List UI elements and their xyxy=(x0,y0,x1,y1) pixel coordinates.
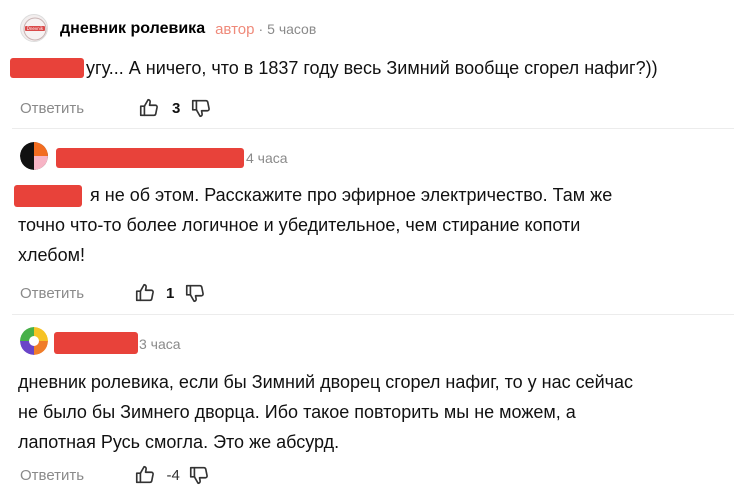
abstract-avatar-icon xyxy=(20,327,48,355)
thumbs-up-icon xyxy=(140,98,159,117)
reply-button[interactable]: Ответить xyxy=(20,467,84,484)
comment-header: 3 часа xyxy=(139,330,181,358)
user-avatar[interactable] xyxy=(20,142,48,170)
redacted-username xyxy=(56,148,244,168)
dislike-button[interactable] xyxy=(190,97,212,119)
reply-button[interactable]: Ответить xyxy=(20,100,84,117)
comment-text-line: лапотная Русь смогла. Это же абсурд. xyxy=(18,432,340,452)
author-badge: автор xyxy=(215,20,255,38)
comment-text-line: дневник ролевика, если бы Зимний дворец … xyxy=(18,372,634,392)
comment-header: 4 часа xyxy=(246,144,288,172)
abstract-avatar-icon xyxy=(20,142,48,170)
comment-text: я не об этом. Расскажите про эфирное эле… xyxy=(18,180,718,270)
thumbs-up-icon xyxy=(136,465,155,484)
author-avatar[interactable]: Dnevnik xyxy=(20,14,48,42)
thumbs-up-icon xyxy=(136,283,155,302)
like-button[interactable] xyxy=(134,464,156,486)
comment-time[interactable]: 3 часа xyxy=(139,336,181,352)
like-count: 1 xyxy=(165,284,175,302)
separator-dot: · xyxy=(258,21,264,37)
seal-logo-icon: Dnevnik xyxy=(23,17,47,41)
comment-actions: Ответить -4 xyxy=(20,462,210,488)
comment-divider xyxy=(12,128,734,129)
redacted-username xyxy=(54,332,138,354)
like-button[interactable] xyxy=(138,97,160,119)
comment-text-line: хлебом! xyxy=(18,245,86,265)
comment-actions: Ответить 3 xyxy=(20,95,212,121)
comment-text: угу... А ничего, что в 1837 году весь Зи… xyxy=(86,53,726,83)
comment-header: дневник ролевика автор · 5 часов xyxy=(60,15,316,43)
comment-actions: Ответить 1 xyxy=(20,280,206,306)
redacted-mention xyxy=(10,58,84,78)
like-button[interactable] xyxy=(134,282,156,304)
comment-time[interactable]: 5 часов xyxy=(267,21,316,37)
dislike-button[interactable] xyxy=(188,464,210,486)
comment-divider xyxy=(12,314,734,315)
comment-text-line: точно что-то более логичное и убедительн… xyxy=(18,215,581,235)
thumbs-down-icon xyxy=(192,99,211,118)
reply-button[interactable]: Ответить xyxy=(20,285,84,302)
svg-text:Dnevnik: Dnevnik xyxy=(27,26,44,31)
comment-text-line: я не об этом. Расскажите про эфирное эле… xyxy=(90,185,613,205)
comment-text: дневник ролевика, если бы Зимний дворец … xyxy=(18,367,718,457)
comment-text-line: угу... А ничего, что в 1837 году весь Зи… xyxy=(86,58,658,78)
thumbs-down-icon xyxy=(190,466,209,485)
like-count: 3 xyxy=(171,99,181,117)
comment-text-line: не было бы Зимнего дворца. Ибо такое пов… xyxy=(18,402,576,422)
thumbs-down-icon xyxy=(186,284,205,303)
comment-time[interactable]: 4 часа xyxy=(246,150,288,166)
author-name[interactable]: дневник ролевика xyxy=(60,20,205,38)
like-count: -4 xyxy=(166,466,180,484)
comment-1: Dnevnik дневник ролевика автор · 5 часов… xyxy=(0,0,746,120)
dislike-button[interactable] xyxy=(184,282,206,304)
user-avatar[interactable] xyxy=(20,327,48,355)
